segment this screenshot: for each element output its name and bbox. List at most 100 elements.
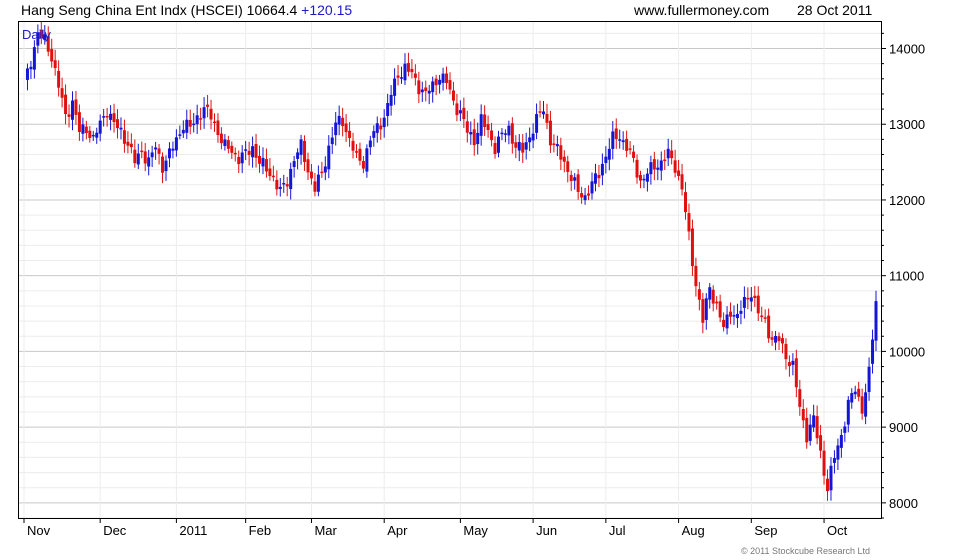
candle <box>178 125 182 140</box>
candle-body <box>455 103 459 116</box>
x-tick-label: Nov <box>27 523 51 538</box>
candle-body <box>874 301 878 341</box>
candle-body <box>258 155 262 164</box>
candle <box>684 182 688 220</box>
candle-body <box>348 130 352 138</box>
candle <box>379 117 383 140</box>
candle-body <box>521 142 525 153</box>
candle-body <box>216 120 220 136</box>
candle <box>670 140 674 165</box>
candle-body <box>247 150 251 155</box>
candle-body <box>715 301 719 304</box>
candle-body <box>129 143 133 148</box>
candle <box>735 303 739 328</box>
candle-body <box>365 148 369 172</box>
candle-body <box>375 123 379 133</box>
candle-body <box>161 156 165 173</box>
x-tick-label: Aug <box>682 523 705 538</box>
candle-body <box>316 174 320 192</box>
candle-body <box>632 151 636 158</box>
candle <box>625 130 629 158</box>
candle <box>808 414 812 446</box>
candle <box>826 469 830 501</box>
candle <box>282 174 286 193</box>
candle <box>199 107 203 130</box>
candle <box>791 353 795 376</box>
candle <box>372 125 376 147</box>
candle <box>666 138 670 167</box>
candle-body <box>503 133 507 135</box>
candle <box>722 312 726 332</box>
candle-body <box>625 138 629 151</box>
candle <box>850 388 854 409</box>
candle <box>645 168 649 192</box>
candle <box>98 114 102 142</box>
candle-body <box>29 66 33 70</box>
candle-body <box>826 478 830 492</box>
candle <box>438 74 442 94</box>
candle <box>112 103 116 133</box>
candle <box>136 143 140 170</box>
candle <box>812 404 816 432</box>
candle-body <box>434 78 438 86</box>
candle-body <box>545 113 549 123</box>
candle <box>344 114 348 142</box>
candle-body <box>299 139 303 155</box>
candle <box>652 151 656 181</box>
candle <box>216 113 220 143</box>
candle <box>386 93 390 127</box>
candle <box>60 77 64 108</box>
candle-body <box>656 167 660 170</box>
x-tick-label: May <box>463 523 488 538</box>
candle <box>154 141 158 160</box>
candle-body <box>819 435 823 451</box>
candle <box>621 131 625 150</box>
candle-body <box>638 175 642 181</box>
candle-body <box>604 156 608 164</box>
candle-body <box>853 391 857 395</box>
candle-body <box>587 193 591 196</box>
candle <box>690 219 694 276</box>
candle <box>517 134 521 162</box>
candle <box>455 94 459 122</box>
candle-body <box>798 389 802 407</box>
candle-body <box>701 299 705 323</box>
candle-body <box>244 149 248 151</box>
candle-body <box>732 315 736 317</box>
candle <box>576 169 580 200</box>
candle <box>649 155 653 185</box>
candle-body <box>458 110 462 114</box>
candle-body <box>535 114 539 133</box>
candle-body <box>801 408 805 421</box>
candle <box>240 145 244 174</box>
candle-body <box>119 127 123 130</box>
candle <box>607 138 611 171</box>
candle <box>767 308 771 343</box>
candle-body <box>167 148 171 159</box>
candle <box>708 283 712 309</box>
x-tick-label: Jul <box>609 523 626 538</box>
y-axis: 8000 9000 10000 11000 12000 13000 14000 <box>881 32 925 519</box>
candle-body <box>663 159 667 161</box>
candle <box>32 40 36 79</box>
candle <box>441 67 445 91</box>
candle-body <box>438 79 442 85</box>
candle <box>212 113 216 132</box>
candle <box>548 111 552 153</box>
candle-body <box>469 132 473 135</box>
candle-body <box>600 163 604 176</box>
candle <box>264 148 268 178</box>
candle <box>368 135 372 155</box>
candle-body <box>251 146 255 158</box>
candle-body <box>264 159 268 172</box>
candle <box>794 349 798 398</box>
candle <box>583 188 587 205</box>
candle <box>573 173 577 190</box>
candle <box>230 141 234 159</box>
candle <box>323 156 327 181</box>
candle <box>732 305 736 325</box>
candle <box>770 331 774 346</box>
candle <box>458 100 462 122</box>
candle <box>413 64 417 86</box>
candle-body <box>718 301 722 318</box>
